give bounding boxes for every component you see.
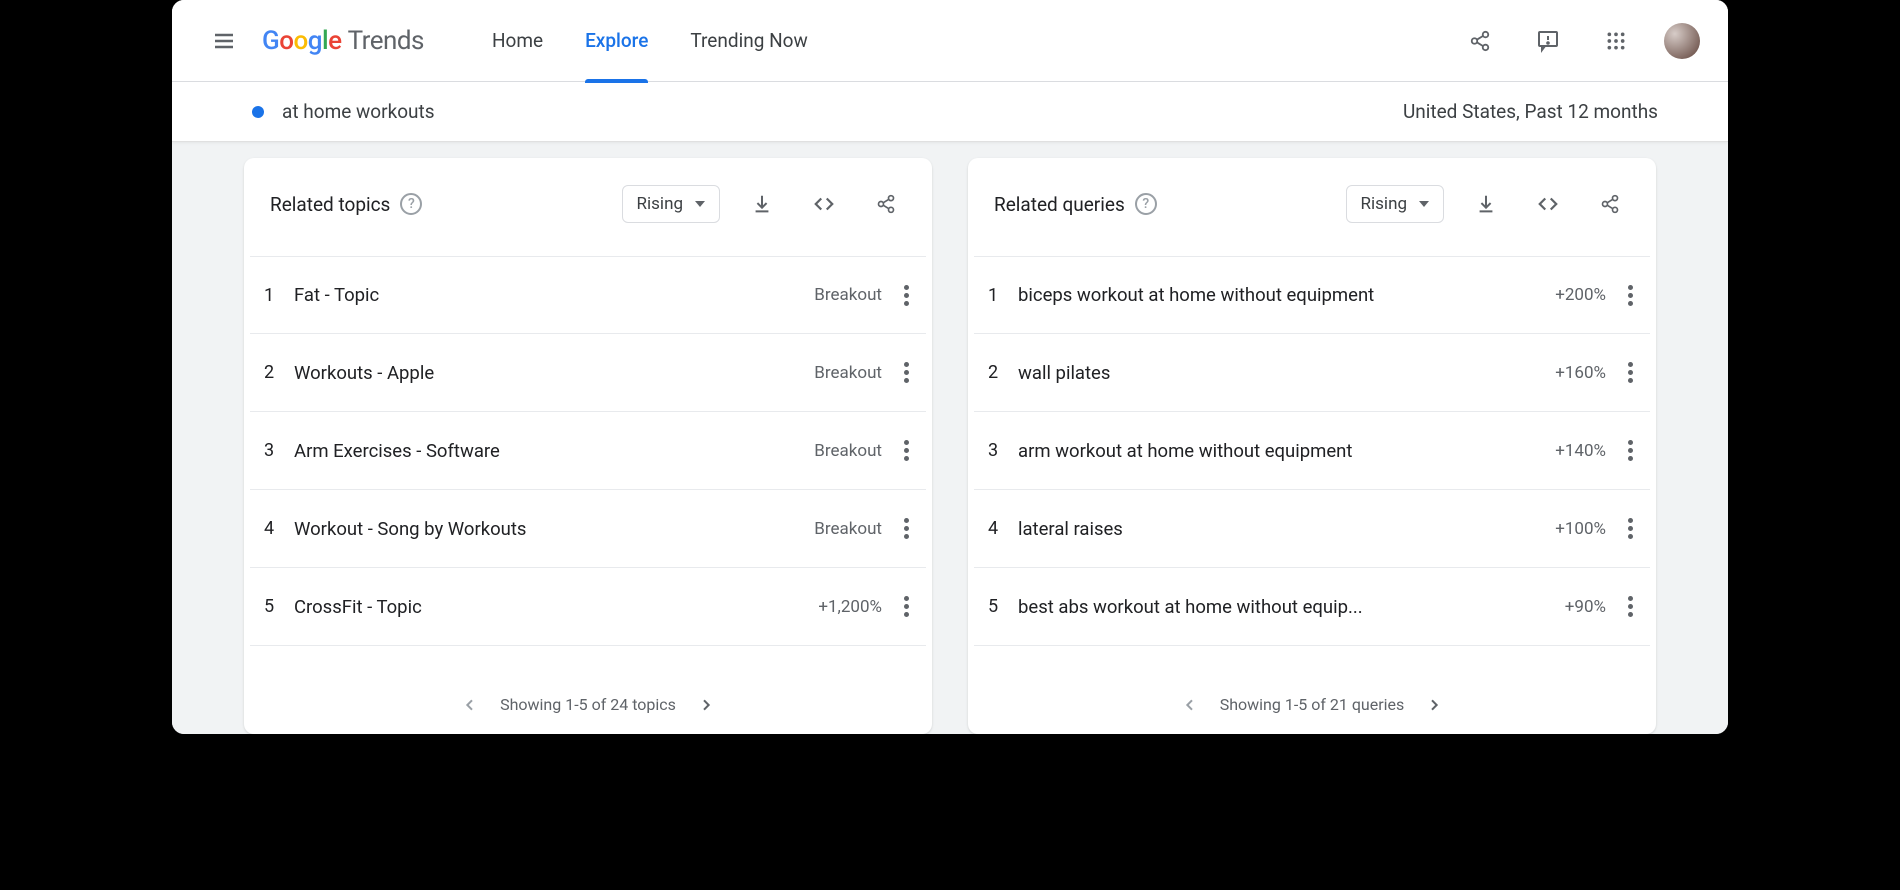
related-queries-title: Related queries (994, 193, 1125, 216)
logo-trends-text: Trends (348, 26, 424, 56)
list-item: 2 wall pilates +160% (974, 334, 1650, 412)
nav-trending-now[interactable]: Trending Now (690, 0, 807, 82)
rank: 3 (264, 440, 294, 461)
query-link[interactable]: biceps workout at home without equipment (1018, 284, 1555, 306)
location-time-filter[interactable]: United States, Past 12 months (1403, 100, 1658, 123)
app-header: Google Trends Home Explore Trending Now (172, 0, 1728, 82)
metric-value: +200% (1555, 285, 1606, 305)
topic-link[interactable]: CrossFit - Topic (294, 596, 818, 618)
queries-sort-label: Rising (1361, 194, 1407, 214)
query-link[interactable]: best abs workout at home without equip..… (1018, 596, 1565, 618)
list-item: 3 arm workout at home without equipment … (974, 412, 1650, 490)
queries-pagination: Showing 1-5 of 21 queries (968, 677, 1656, 734)
rank: 2 (988, 362, 1018, 383)
metric-value: Breakout (814, 519, 882, 539)
chevron-left-icon[interactable] (1182, 697, 1198, 713)
list-item: 2 Workouts - Apple Breakout (250, 334, 926, 412)
rank: 4 (264, 518, 294, 539)
chevron-right-icon[interactable] (698, 697, 714, 713)
more-icon[interactable] (1612, 433, 1648, 469)
more-icon[interactable] (888, 355, 924, 391)
metric-value: +1,200% (818, 597, 882, 617)
topics-sort-dropdown[interactable]: Rising (622, 185, 720, 223)
more-icon[interactable] (888, 277, 924, 313)
share-icon[interactable] (1460, 21, 1500, 61)
embed-icon[interactable] (1528, 184, 1568, 224)
more-icon[interactable] (1612, 589, 1648, 625)
chevron-down-icon (695, 201, 705, 207)
rank: 4 (988, 518, 1018, 539)
list-item: 1 Fat - Topic Breakout (250, 256, 926, 334)
metric-value: +160% (1555, 363, 1606, 383)
search-term[interactable]: at home workouts (282, 100, 435, 123)
term-color-dot (252, 106, 264, 118)
main-content: Related topics ? Rising (172, 142, 1728, 734)
rank: 2 (264, 362, 294, 383)
topic-link[interactable]: Workouts - Apple (294, 362, 814, 384)
query-link[interactable]: lateral raises (1018, 518, 1555, 540)
download-icon[interactable] (1466, 184, 1506, 224)
related-queries-card: Related queries ? Rising (968, 158, 1656, 734)
nav-explore[interactable]: Explore (585, 0, 648, 82)
chevron-left-icon[interactable] (462, 697, 478, 713)
chevron-right-icon[interactable] (1426, 697, 1442, 713)
list-item: 4 lateral raises +100% (974, 490, 1650, 568)
list-item: 1 biceps workout at home without equipme… (974, 256, 1650, 334)
share-icon[interactable] (1590, 184, 1630, 224)
rank: 1 (264, 285, 294, 306)
google-trends-logo[interactable]: Google Trends (262, 26, 424, 56)
topics-list: 1 Fat - Topic Breakout 2 Workouts - Appl… (244, 236, 932, 677)
help-icon[interactable]: ? (400, 193, 422, 215)
topics-sort-label: Rising (637, 194, 683, 214)
rank: 5 (988, 596, 1018, 617)
query-link[interactable]: arm workout at home without equipment (1018, 440, 1555, 462)
list-item: 5 CrossFit - Topic +1,200% (250, 568, 926, 646)
feedback-icon[interactable] (1528, 21, 1568, 61)
pagination-text: Showing 1-5 of 24 topics (500, 695, 676, 714)
metric-value: +140% (1555, 441, 1606, 461)
pagination-text: Showing 1-5 of 21 queries (1220, 695, 1405, 714)
related-topics-card: Related topics ? Rising (244, 158, 932, 734)
topic-link[interactable]: Workout - Song by Workouts (294, 518, 814, 540)
metric-value: Breakout (814, 285, 882, 305)
topic-link[interactable]: Fat - Topic (294, 284, 814, 306)
more-icon[interactable] (1612, 355, 1648, 391)
account-avatar[interactable] (1664, 23, 1700, 59)
more-icon[interactable] (1612, 511, 1648, 547)
filter-bar: at home workouts United States, Past 12 … (172, 82, 1728, 142)
metric-value: Breakout (814, 441, 882, 461)
nav-home[interactable]: Home (492, 0, 543, 82)
queries-list: 1 biceps workout at home without equipme… (968, 236, 1656, 677)
query-link[interactable]: wall pilates (1018, 362, 1555, 384)
rank: 1 (988, 285, 1018, 306)
help-icon[interactable]: ? (1135, 193, 1157, 215)
metric-value: +90% (1565, 597, 1606, 617)
embed-icon[interactable] (804, 184, 844, 224)
list-item: 5 best abs workout at home without equip… (974, 568, 1650, 646)
more-icon[interactable] (888, 433, 924, 469)
metric-value: +100% (1555, 519, 1606, 539)
topics-pagination: Showing 1-5 of 24 topics (244, 677, 932, 734)
apps-grid-icon[interactable] (1596, 21, 1636, 61)
primary-nav: Home Explore Trending Now (492, 0, 808, 82)
more-icon[interactable] (888, 589, 924, 625)
share-icon[interactable] (866, 184, 906, 224)
list-item: 4 Workout - Song by Workouts Breakout (250, 490, 926, 568)
related-topics-title: Related topics (270, 193, 390, 216)
rank: 3 (988, 440, 1018, 461)
chevron-down-icon (1419, 201, 1429, 207)
download-icon[interactable] (742, 184, 782, 224)
hamburger-menu-icon[interactable] (200, 17, 248, 65)
more-icon[interactable] (1612, 277, 1648, 313)
list-item: 3 Arm Exercises - Software Breakout (250, 412, 926, 490)
topic-link[interactable]: Arm Exercises - Software (294, 440, 814, 462)
queries-sort-dropdown[interactable]: Rising (1346, 185, 1444, 223)
rank: 5 (264, 596, 294, 617)
metric-value: Breakout (814, 363, 882, 383)
more-icon[interactable] (888, 511, 924, 547)
